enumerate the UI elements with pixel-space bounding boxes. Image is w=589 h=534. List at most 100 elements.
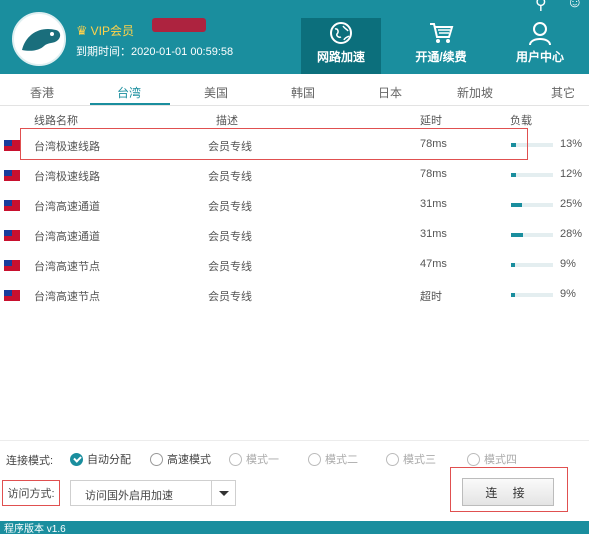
active-tab-indicator — [90, 103, 170, 105]
radio-label: 模式二 — [325, 454, 358, 466]
col-latency: 延时 — [420, 115, 442, 127]
nav-label: 网路加速 — [316, 50, 365, 64]
user-icon — [529, 22, 551, 46]
region-tabs: 香港 台湾 美国 韩国 日本 新加坡 其它 — [0, 74, 589, 106]
settings-icon[interactable]: ⚲ — [535, 0, 547, 14]
tab-usa[interactable]: 美国 — [204, 84, 228, 101]
route-desc: 会员专线 — [208, 201, 252, 213]
window-controls: ⚲ ☺ — [535, 0, 583, 14]
table-row[interactable]: 台湾高速节点 会员专线 47ms 9% — [0, 250, 589, 280]
route-name: 台湾高速通道 — [34, 201, 100, 213]
col-description: 描述 — [216, 115, 238, 127]
radio-label: 模式三 — [403, 454, 436, 466]
load-bar-fill — [511, 203, 522, 207]
route-latency: 31ms — [420, 198, 447, 210]
load-bar-fill — [511, 173, 517, 177]
route-latency: 78ms — [420, 168, 447, 180]
username-redacted — [152, 18, 206, 32]
taiwan-flag-icon — [4, 200, 20, 211]
nav-label: 开通/续费 — [415, 50, 467, 64]
connection-mode-group: 连接模式: 自动分配 高速模式 模式一 模式二 模式三 模式四 — [0, 448, 589, 468]
route-desc: 会员专线 — [208, 171, 252, 183]
load-bar — [511, 293, 553, 297]
load-bar-fill — [511, 263, 515, 267]
route-latency: 31ms — [420, 228, 447, 240]
connect-button[interactable]: 连 接 — [462, 478, 554, 506]
radio-high-speed[interactable]: 高速模式 — [150, 451, 211, 467]
crown-icon: ♛ — [76, 22, 88, 38]
col-load: 负载 — [510, 115, 532, 127]
access-method-select[interactable]: 访问国外启用加速 — [70, 480, 236, 506]
tab-hongkong[interactable]: 香港 — [30, 84, 54, 101]
avatar[interactable] — [12, 12, 66, 66]
vip-label: VIP会员 — [90, 24, 134, 38]
connection-mode-label: 连接模式: — [6, 455, 54, 467]
route-load: 9% — [560, 288, 576, 300]
nav-network-accelerate[interactable]: 网路加速 — [301, 18, 381, 74]
nav-subscribe[interactable]: 开通/续费 — [401, 18, 481, 74]
radio-icon — [308, 452, 321, 466]
load-bar — [511, 203, 553, 207]
route-desc: 会员专线 — [208, 291, 252, 303]
load-bar — [511, 173, 553, 177]
nav-label: 用户中心 — [515, 50, 564, 64]
cart-icon — [430, 23, 454, 43]
taiwan-flag-icon — [4, 140, 20, 151]
radio-mode-1[interactable]: 模式一 — [229, 451, 279, 467]
selected-row-highlight — [20, 128, 528, 160]
route-load: 28% — [560, 228, 583, 240]
radio-icon — [150, 452, 163, 466]
radio-icon — [386, 452, 399, 466]
expire-time: 到期时间：2020-01-01 00:59:58 — [76, 46, 234, 58]
taiwan-flag-icon — [4, 290, 20, 301]
tab-singapore[interactable]: 新加坡 — [457, 84, 493, 101]
radio-label: 模式一 — [246, 454, 279, 466]
radio-label: 自动分配 — [87, 454, 131, 466]
avatar-logo-icon — [16, 16, 64, 64]
route-load: 12% — [560, 168, 583, 180]
taiwan-flag-icon — [4, 230, 20, 241]
divider — [0, 440, 589, 441]
route-name: 台湾极速线路 — [34, 171, 100, 183]
route-desc: 会员专线 — [208, 231, 252, 243]
radio-label: 模式四 — [484, 454, 517, 466]
route-desc: 会员专线 — [208, 261, 252, 273]
radio-icon — [229, 452, 242, 466]
tab-japan[interactable]: 日本 — [378, 84, 402, 101]
load-bar-fill — [511, 233, 523, 237]
tab-taiwan[interactable]: 台湾 — [117, 84, 141, 101]
load-bar — [511, 233, 553, 237]
route-latency: 47ms — [420, 258, 447, 270]
table-row[interactable]: 台湾高速通道 会员专线 31ms 28% — [0, 220, 589, 250]
load-bar — [511, 263, 553, 267]
tab-other[interactable]: 其它 — [551, 84, 575, 101]
col-route-name: 线路名称 — [34, 115, 78, 127]
radio-checked-icon — [70, 452, 83, 466]
globe-icon — [330, 22, 352, 44]
user-menu-icon[interactable]: ☺ — [567, 0, 583, 14]
radio-icon — [467, 452, 480, 466]
route-load: 9% — [560, 258, 576, 270]
load-bar-fill — [511, 293, 515, 297]
table-row[interactable]: 台湾极速线路 会员专线 78ms 12% — [0, 160, 589, 190]
route-latency: 超时 — [420, 291, 442, 303]
radio-mode-4[interactable]: 模式四 — [467, 451, 517, 467]
table-row[interactable]: 台湾高速通道 会员专线 31ms 25% — [0, 190, 589, 220]
radio-label: 高速模式 — [167, 454, 211, 466]
taiwan-flag-icon — [4, 170, 20, 181]
nav-user-center[interactable]: 用户中心 — [500, 18, 580, 74]
table-row[interactable]: 台湾高速节点 会员专线 超时 9% — [0, 280, 589, 310]
route-load: 25% — [560, 198, 583, 210]
taiwan-flag-icon — [4, 260, 20, 271]
radio-mode-3[interactable]: 模式三 — [386, 451, 436, 467]
status-bar: 程序版本 v1.6 — [0, 521, 589, 534]
vip-badge: ♛ VIP会员 — [76, 22, 134, 39]
header-bar: ♛ VIP会员 到期时间：2020-01-01 00:59:58 ⚲ ☺ 网路加… — [0, 0, 589, 74]
radio-auto[interactable]: 自动分配 — [70, 451, 131, 467]
radio-mode-2[interactable]: 模式二 — [308, 451, 358, 467]
access-method-value: 访问国外启用加速 — [85, 490, 173, 502]
chevron-down-icon[interactable] — [211, 481, 235, 505]
route-name: 台湾高速节点 — [34, 291, 100, 303]
tab-korea[interactable]: 韩国 — [291, 84, 315, 101]
route-name: 台湾高速通道 — [34, 231, 100, 243]
